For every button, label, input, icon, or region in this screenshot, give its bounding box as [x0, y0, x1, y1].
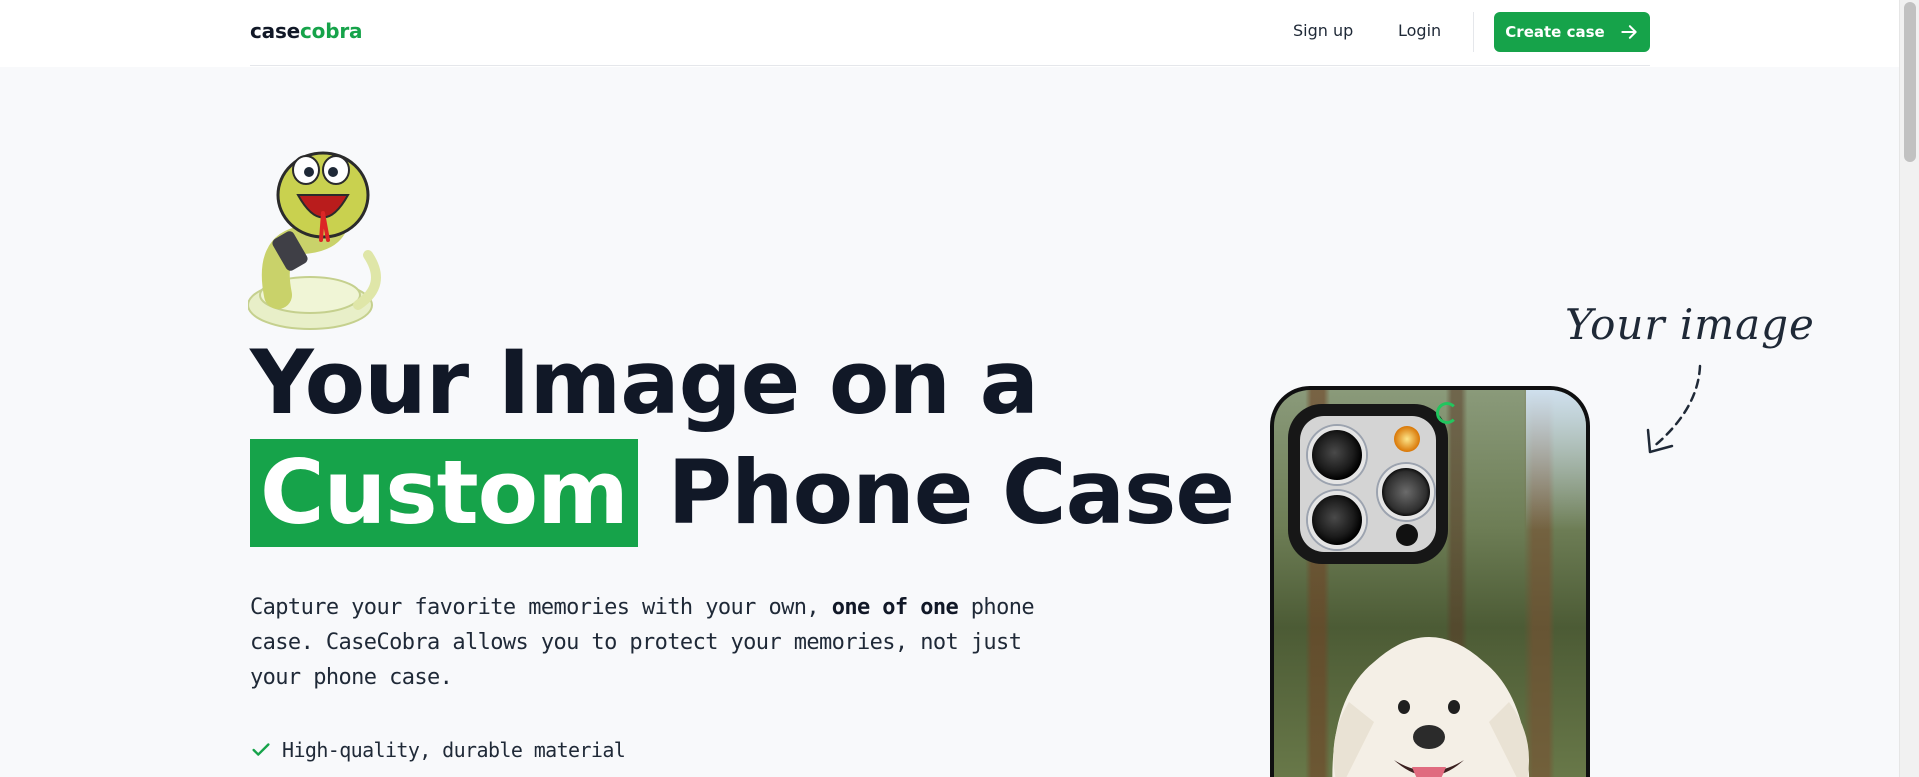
headline-line-2: Custom Phone Case	[250, 438, 1235, 548]
dog-photo	[1332, 637, 1530, 777]
logo-part-2: cobra	[300, 19, 363, 43]
lens-2	[1308, 491, 1366, 549]
camera-module	[1288, 404, 1448, 564]
headline-line-1: Your Image on a	[250, 331, 1039, 434]
scrollbar-thumb[interactable]	[1904, 2, 1916, 162]
snake-mascot-image	[248, 151, 381, 330]
phone-case-preview	[1270, 386, 1590, 777]
lens-3	[1378, 464, 1434, 520]
camera-plate	[1300, 416, 1436, 552]
logo[interactable]: casecobra	[250, 19, 363, 43]
subtext-bold: one of one	[831, 595, 959, 620]
phone-screen	[1274, 390, 1586, 777]
subtext-part-1: Capture your favorite memories with your…	[250, 595, 832, 620]
casecobra-ring-logo	[1436, 402, 1458, 424]
logo-part-1: case	[250, 19, 301, 43]
lens-1	[1308, 426, 1366, 484]
navbar: casecobra Sign up Login Create case	[0, 0, 1899, 67]
signup-link[interactable]: Sign up	[1293, 21, 1353, 40]
hero-headline: Your Image on a Custom Phone Case	[250, 328, 1235, 548]
login-link[interactable]: Login	[1398, 21, 1441, 40]
feature-item: High-quality, durable material	[250, 738, 626, 762]
arrow-right-icon	[1621, 25, 1637, 39]
headline-highlight: Custom	[250, 439, 638, 547]
navbar-inner: casecobra Sign up Login Create case	[250, 0, 1650, 66]
hero-subtext: Capture your favorite memories with your…	[250, 590, 1060, 695]
check-icon	[252, 743, 270, 756]
your-image-annotation: Your image	[1565, 300, 1815, 349]
flash	[1394, 426, 1420, 452]
feature-label: High-quality, durable material	[282, 738, 626, 762]
create-case-button[interactable]: Create case	[1494, 12, 1650, 52]
sky-patch	[1526, 390, 1586, 530]
create-case-label: Create case	[1505, 23, 1605, 41]
sensor	[1396, 524, 1418, 546]
headline-line-2-rest: Phone Case	[667, 441, 1235, 544]
nav-divider	[1473, 12, 1474, 52]
page-scrollbar[interactable]	[1899, 0, 1919, 777]
arrow-doodle-icon	[1646, 364, 1702, 454]
